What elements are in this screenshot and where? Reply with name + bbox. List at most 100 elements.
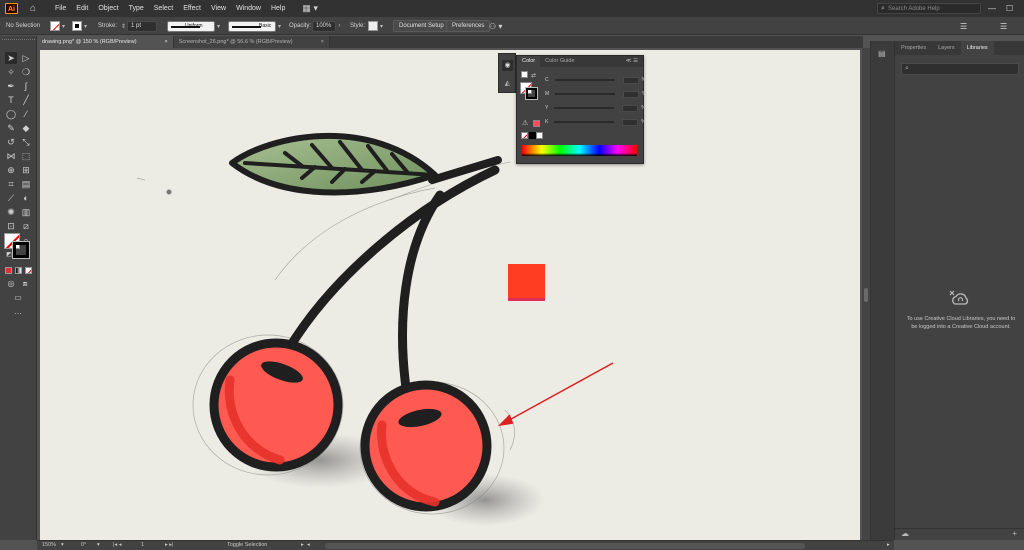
direct-selection-tool-icon[interactable]: ▷ xyxy=(20,52,32,64)
eyedropper-tool-icon[interactable]: ⟋ xyxy=(5,192,17,204)
slice-tool-icon[interactable]: ⧄ xyxy=(20,220,32,232)
curvature-tool-icon[interactable]: ∫ xyxy=(20,80,32,92)
minimize-button[interactable]: — xyxy=(988,0,996,17)
menu-select[interactable]: Select xyxy=(149,0,178,17)
document-setup-button[interactable]: Document Setup xyxy=(393,20,450,32)
stroke-swatch[interactable]: ▾ xyxy=(72,20,89,32)
scale-tool-icon[interactable]: ⤡ xyxy=(20,136,32,148)
channel-c[interactable]: C% xyxy=(545,76,646,84)
draw-mode-icon[interactable]: ◎ xyxy=(5,278,17,290)
rotate-tool-icon[interactable]: ↺ xyxy=(5,136,17,148)
workspace-switcher-icon[interactable]: ▦ ▾ xyxy=(302,3,318,14)
shaper-tool-icon[interactable]: ✎ xyxy=(5,122,17,134)
shape-builder-tool-icon[interactable]: ⊕ xyxy=(5,164,17,176)
none-swatch-icon[interactable] xyxy=(521,132,528,139)
channel-m[interactable]: M% xyxy=(545,90,647,98)
field-k[interactable] xyxy=(622,118,639,126)
column-graph-tool-icon[interactable]: ▥ xyxy=(20,206,32,218)
width-tool-icon[interactable]: ⋈ xyxy=(5,150,17,162)
status-arrow-icon[interactable]: ▸ xyxy=(301,541,304,550)
menu-window[interactable]: Window xyxy=(231,0,266,17)
menu-file[interactable]: File xyxy=(50,0,71,17)
stroke-weight-field[interactable]: 1 pt xyxy=(127,20,157,32)
opacity-control[interactable]: 100% › xyxy=(312,20,343,32)
field-c[interactable] xyxy=(622,76,639,84)
ellipse-tool-icon[interactable]: ◯ xyxy=(5,108,17,120)
scroll-thumb[interactable] xyxy=(864,288,868,302)
close-icon[interactable]: × xyxy=(165,36,168,48)
fill-mini-icon[interactable] xyxy=(521,71,528,78)
tab-color[interactable]: Color xyxy=(517,56,541,67)
field-m[interactable] xyxy=(623,90,640,98)
color-spectrum[interactable] xyxy=(522,145,637,156)
libraries-search[interactable]: ⌕ xyxy=(901,63,1019,75)
horizontal-scroll-left-icon[interactable]: ◂ xyxy=(307,541,310,550)
line-tool-icon[interactable]: ╱ xyxy=(20,94,32,106)
free-transform-tool-icon[interactable]: ⬚ xyxy=(20,150,32,162)
preferences-button[interactable]: Preferences xyxy=(446,20,491,32)
eraser-tool-icon[interactable]: ◆ xyxy=(20,122,32,134)
stroke-color-icon[interactable] xyxy=(12,241,30,259)
chevron-down-icon[interactable]: ▾ xyxy=(61,541,64,550)
default-colors-icon[interactable]: ◩ xyxy=(3,249,15,261)
home-icon[interactable]: ⌂ xyxy=(26,3,40,15)
white-swatch[interactable] xyxy=(536,132,543,139)
pen-tool-icon[interactable]: ✒ xyxy=(5,80,17,92)
stroke-label[interactable]: Stroke: xyxy=(98,20,117,32)
lasso-tool-icon[interactable]: ❍ xyxy=(20,66,32,78)
menu-effect[interactable]: Effect xyxy=(178,0,206,17)
artboard-number[interactable]: 1 xyxy=(141,541,144,550)
black-swatch[interactable] xyxy=(529,132,536,139)
horizontal-scrollbar[interactable] xyxy=(325,543,805,549)
gradient-tool-icon[interactable]: ▤ xyxy=(20,178,32,190)
color-panel-icon[interactable]: ◉ xyxy=(502,60,513,71)
next-artboard-icon[interactable]: ▸ ▸| xyxy=(165,541,173,550)
menu-object[interactable]: Object xyxy=(93,0,123,17)
artwork-canvas[interactable] xyxy=(40,50,860,540)
tab-layers[interactable]: Layers xyxy=(932,41,961,55)
mesh-tool-icon[interactable]: ⌗ xyxy=(5,178,17,190)
panel-icon[interactable]: ▤ xyxy=(878,49,886,58)
red-square-swatch[interactable] xyxy=(508,264,545,301)
field-y[interactable] xyxy=(622,104,639,112)
none-mode-icon[interactable] xyxy=(25,267,32,274)
artboard-tool-icon[interactable]: ⊡ xyxy=(5,220,17,232)
swap-colors-icon[interactable]: ⇄ xyxy=(531,72,536,79)
arrange-documents-icon[interactable]: ⚇ ▾ xyxy=(489,20,502,32)
horizontal-scroll-right-icon[interactable]: ▸ xyxy=(887,541,890,550)
panel-menu-icon[interactable]: ≪ ☰ xyxy=(621,56,643,67)
first-artboard-icon[interactable]: |◂ ◂ xyxy=(113,541,121,550)
slider-y[interactable] xyxy=(554,107,615,109)
brush-dropdown[interactable]: Basic ▾ xyxy=(228,20,283,32)
tab-properties[interactable]: Properties xyxy=(895,41,932,55)
color-guide-panel-icon[interactable]: ◭ xyxy=(502,78,513,89)
menu-type[interactable]: Type xyxy=(124,0,149,17)
tab-color-guide[interactable]: Color Guide xyxy=(540,56,579,67)
panel-menu-icon[interactable]: ☰ xyxy=(1000,20,1007,32)
menu-edit[interactable]: Edit xyxy=(71,0,93,17)
slider-c[interactable] xyxy=(554,79,615,81)
add-library-icon[interactable]: + xyxy=(1012,529,1017,538)
channel-y[interactable]: Y% xyxy=(545,104,646,112)
stroke-mini-icon[interactable] xyxy=(525,87,538,100)
help-search[interactable]: ⌕ Search Adobe Help xyxy=(877,3,981,14)
magic-wand-tool-icon[interactable]: ✧ xyxy=(5,66,17,78)
opacity-label[interactable]: Opacity: xyxy=(289,20,311,32)
gradient-mode-icon[interactable] xyxy=(15,267,22,274)
type-tool-icon[interactable]: T xyxy=(5,94,17,106)
tab-screenshot[interactable]: Screenshot_26.png* @ 56.6 % (RGB/Preview… xyxy=(173,36,330,48)
paintbrush-tool-icon[interactable]: ⁄ xyxy=(20,108,32,120)
stroke-weight-stepper[interactable]: ⇕ 1 pt xyxy=(120,20,157,32)
more-tools-icon[interactable]: ··· xyxy=(12,308,24,320)
blend-tool-icon[interactable]: ◐ xyxy=(20,192,32,204)
current-color-chip[interactable] xyxy=(533,120,540,127)
panel-grip[interactable] xyxy=(2,39,35,42)
out-of-gamut-icon[interactable]: ⚠ xyxy=(522,119,528,127)
close-icon[interactable]: × xyxy=(321,36,324,48)
symbol-sprayer-tool-icon[interactable]: ✺ xyxy=(5,206,17,218)
maximize-button[interactable]: ☐ xyxy=(1006,0,1013,17)
screen-mode-icon[interactable]: ▭ xyxy=(12,292,24,304)
slider-k[interactable] xyxy=(554,121,615,123)
zoom-level[interactable]: 150% xyxy=(42,541,56,550)
tab-drawing[interactable]: drawing.png* @ 150 % (RGB/Preview) × xyxy=(37,36,174,48)
